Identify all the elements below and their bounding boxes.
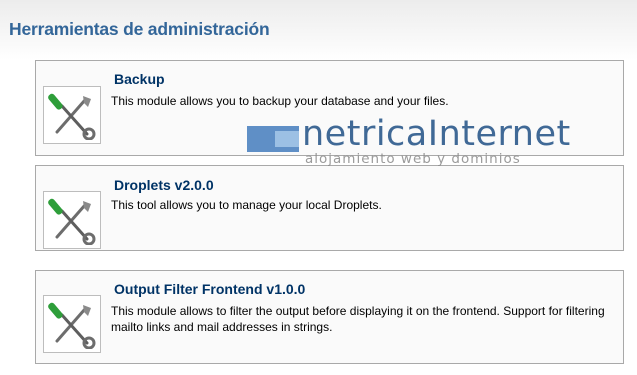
- tools-icon[interactable]: [43, 86, 101, 144]
- module-card-output-filter[interactable]: Output Filter Frontend v1.0.0 This modul…: [35, 270, 624, 364]
- module-title[interactable]: Backup: [114, 71, 165, 87]
- page-title: Herramientas de administración: [9, 19, 270, 39]
- module-title[interactable]: Droplets v2.0.0: [114, 177, 214, 193]
- tools-icon[interactable]: [43, 295, 101, 353]
- module-description: This tool allows you to manage your loca…: [111, 198, 382, 212]
- module-title[interactable]: Output Filter Frontend v1.0.0: [114, 281, 305, 297]
- module-card-droplets[interactable]: Droplets v2.0.0 This tool allows you to …: [35, 165, 624, 251]
- tools-icon[interactable]: [43, 191, 101, 249]
- module-card-backup[interactable]: Backup This module allows you to backup …: [35, 60, 624, 156]
- module-description: This module allows you to backup your da…: [111, 94, 449, 108]
- module-description: This module allows to filter the output …: [111, 304, 605, 334]
